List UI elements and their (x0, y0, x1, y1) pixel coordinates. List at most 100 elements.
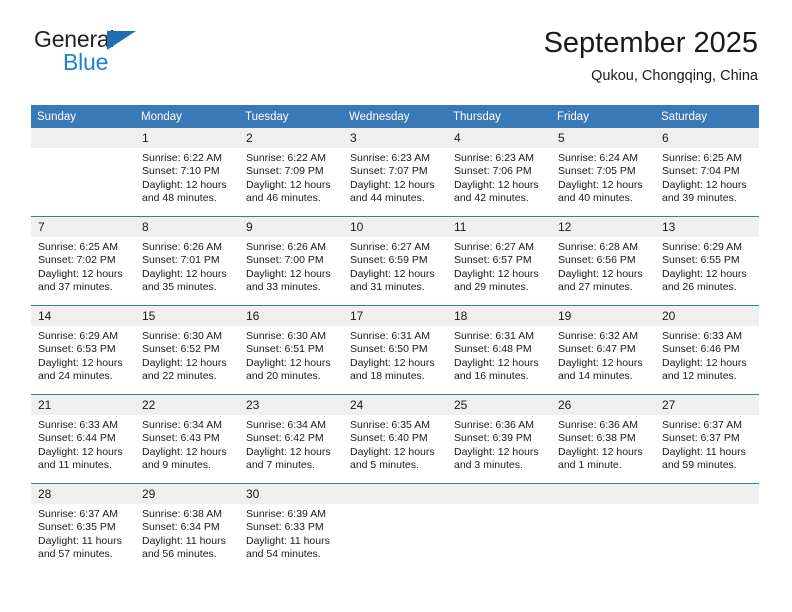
calendar-day-cell[interactable]: 15 Sunrise: 6:30 AM Sunset: 6:52 PM Dayligh… (135, 305, 239, 395)
calendar-day-cell[interactable]: 24 Sunrise: 6:35 AM Sunset: 6:40 PM Dayligh… (343, 394, 447, 484)
day-details: Sunrise: 6:31 AM Sunset: 6:48 PM Daylight:… (447, 326, 551, 384)
day-detail-line: Daylight: 12 hours (558, 267, 643, 280)
calendar-day-cell[interactable]: 28 Sunrise: 6:37 AM Sunset: 6:35 PM Dayligh… (31, 483, 135, 572)
calendar-day-cell[interactable]: 23 Sunrise: 6:34 AM Sunset: 6:42 PM Dayligh… (239, 394, 343, 484)
day-detail-line: and 56 minutes. (142, 548, 217, 561)
day-detail-line: Sunset: 6:53 PM (38, 343, 116, 356)
day-detail-line: and 29 minutes. (454, 281, 529, 294)
day-detail-line: and 59 minutes. (662, 459, 737, 472)
calendar-day-cell[interactable]: 8 Sunrise: 6:26 AM Sunset: 7:01 PM Daylight… (135, 216, 239, 306)
day-detail-line: Daylight: 12 hours (662, 356, 747, 369)
day-details: Sunrise: 6:27 AM Sunset: 6:59 PM Daylight:… (343, 237, 447, 295)
calendar-day-cell[interactable]: 18 Sunrise: 6:31 AM Sunset: 6:48 PM Dayligh… (447, 305, 551, 395)
calendar-day-cell[interactable]: 11 Sunrise: 6:27 AM Sunset: 6:57 PM Dayligh… (447, 216, 551, 306)
day-number: 8 (135, 217, 239, 237)
day-detail-line: Sunrise: 6:29 AM (662, 241, 742, 253)
day-detail-line: Sunrise: 6:29 AM (38, 330, 118, 342)
day-detail-line: Sunset: 7:04 PM (662, 165, 740, 178)
calendar-day-cell[interactable]: 5 Sunrise: 6:24 AM Sunset: 7:05 PM Daylight… (551, 128, 655, 217)
day-detail-line: Daylight: 12 hours (142, 178, 227, 191)
day-detail-line: Daylight: 12 hours (350, 178, 435, 191)
calendar-day-cell[interactable]: 2 Sunrise: 6:22 AM Sunset: 7:09 PM Daylight… (239, 128, 343, 217)
day-details: Sunrise: 6:23 AM Sunset: 7:07 PM Daylight:… (343, 148, 447, 206)
calendar-cell-empty (31, 128, 135, 217)
day-detail-line: Sunrise: 6:22 AM (142, 152, 222, 164)
calendar-day-cell[interactable]: 9 Sunrise: 6:26 AM Sunset: 7:00 PM Daylight… (239, 216, 343, 306)
day-detail-line: and 31 minutes. (350, 281, 425, 294)
calendar-week-row: 14 Sunrise: 6:29 AM Sunset: 6:53 PM Dayligh… (31, 305, 759, 395)
calendar-day-cell[interactable]: 21 Sunrise: 6:33 AM Sunset: 6:44 PM Dayligh… (31, 394, 135, 484)
day-number: 1 (135, 128, 239, 148)
day-detail-line: Sunrise: 6:26 AM (142, 241, 222, 253)
calendar-day-cell[interactable]: 20 Sunrise: 6:33 AM Sunset: 6:46 PM Dayligh… (655, 305, 759, 395)
calendar-day-cell[interactable]: 22 Sunrise: 6:34 AM Sunset: 6:43 PM Dayligh… (135, 394, 239, 484)
calendar-week-row: 7 Sunrise: 6:25 AM Sunset: 7:02 PM Daylight… (31, 216, 759, 306)
calendar-day-cell[interactable]: 17 Sunrise: 6:31 AM Sunset: 6:50 PM Dayligh… (343, 305, 447, 395)
calendar-cell-empty (343, 483, 447, 572)
calendar-day-cell[interactable]: 3 Sunrise: 6:23 AM Sunset: 7:07 PM Daylight… (343, 128, 447, 217)
calendar-day-cell[interactable]: 7 Sunrise: 6:25 AM Sunset: 7:02 PM Daylight… (31, 216, 135, 306)
day-details: Sunrise: 6:29 AM Sunset: 6:53 PM Daylight:… (31, 326, 135, 384)
day-details: Sunrise: 6:35 AM Sunset: 6:40 PM Daylight:… (343, 415, 447, 473)
calendar-day-cell[interactable]: 25 Sunrise: 6:36 AM Sunset: 6:39 PM Dayligh… (447, 394, 551, 484)
day-number: 30 (239, 484, 343, 504)
day-number: 29 (135, 484, 239, 504)
day-number: 23 (239, 395, 343, 415)
day-details: Sunrise: 6:37 AM Sunset: 6:37 PM Daylight:… (655, 415, 759, 473)
calendar-body: 1 Sunrise: 6:22 AM Sunset: 7:10 PM Daylight… (31, 128, 759, 572)
day-details (31, 148, 135, 152)
logo-text-blue: Blue (63, 49, 109, 75)
day-details: Sunrise: 6:30 AM Sunset: 6:51 PM Daylight:… (239, 326, 343, 384)
calendar-day-cell[interactable]: 19 Sunrise: 6:32 AM Sunset: 6:47 PM Dayligh… (551, 305, 655, 395)
calendar-day-cell[interactable]: 30 Sunrise: 6:39 AM Sunset: 6:33 PM Dayligh… (239, 483, 343, 572)
day-detail-line: Sunset: 6:52 PM (142, 343, 220, 356)
calendar-day-cell[interactable]: 1 Sunrise: 6:22 AM Sunset: 7:10 PM Daylight… (135, 128, 239, 217)
calendar-day-cell[interactable]: 13 Sunrise: 6:29 AM Sunset: 6:55 PM Dayligh… (655, 216, 759, 306)
day-details (551, 504, 655, 508)
day-number (551, 484, 655, 504)
logo-triangle-icon (107, 31, 136, 50)
day-number: 11 (447, 217, 551, 237)
day-number: 14 (31, 306, 135, 326)
calendar-page: General Blue September 2025 Qukou, Chong… (0, 0, 792, 612)
calendar-day-cell[interactable]: 4 Sunrise: 6:23 AM Sunset: 7:06 PM Daylight… (447, 128, 551, 217)
day-detail-line: Sunrise: 6:23 AM (350, 152, 430, 164)
calendar-day-cell[interactable]: 6 Sunrise: 6:25 AM Sunset: 7:04 PM Daylight… (655, 128, 759, 217)
calendar-day-cell[interactable]: 26 Sunrise: 6:36 AM Sunset: 6:38 PM Dayligh… (551, 394, 655, 484)
day-detail-line: Daylight: 12 hours (246, 178, 331, 191)
day-detail-line: Sunrise: 6:35 AM (350, 419, 430, 431)
day-detail-line: Sunset: 6:43 PM (142, 432, 220, 445)
day-detail-line: Daylight: 12 hours (246, 267, 331, 280)
calendar-day-cell[interactable]: 10 Sunrise: 6:27 AM Sunset: 6:59 PM Dayligh… (343, 216, 447, 306)
day-detail-line: and 14 minutes. (558, 370, 633, 383)
day-number: 2 (239, 128, 343, 148)
day-detail-line: Daylight: 12 hours (246, 356, 331, 369)
day-detail-line: Sunset: 6:44 PM (38, 432, 116, 445)
day-detail-line: Sunrise: 6:30 AM (246, 330, 326, 342)
calendar-table: Sunday Monday Tuesday Wednesday Thursday… (31, 105, 759, 572)
day-number: 7 (31, 217, 135, 237)
day-details: Sunrise: 6:34 AM Sunset: 6:42 PM Daylight:… (239, 415, 343, 473)
weekday-header-thursday: Thursday (447, 105, 551, 128)
calendar-day-cell[interactable]: 12 Sunrise: 6:28 AM Sunset: 6:56 PM Dayligh… (551, 216, 655, 306)
day-detail-line: Sunrise: 6:31 AM (350, 330, 430, 342)
day-detail-line: Daylight: 12 hours (558, 178, 643, 191)
day-details: Sunrise: 6:26 AM Sunset: 7:00 PM Daylight:… (239, 237, 343, 295)
day-details: Sunrise: 6:26 AM Sunset: 7:01 PM Daylight:… (135, 237, 239, 295)
day-number: 25 (447, 395, 551, 415)
calendar-day-cell[interactable]: 16 Sunrise: 6:30 AM Sunset: 6:51 PM Dayligh… (239, 305, 343, 395)
day-detail-line: and 16 minutes. (454, 370, 529, 383)
calendar-day-cell[interactable]: 29 Sunrise: 6:38 AM Sunset: 6:34 PM Dayligh… (135, 483, 239, 572)
day-detail-line: Sunrise: 6:34 AM (246, 419, 326, 431)
calendar-day-cell[interactable]: 27 Sunrise: 6:37 AM Sunset: 6:37 PM Dayligh… (655, 394, 759, 484)
day-detail-line: and 22 minutes. (142, 370, 217, 383)
day-details: Sunrise: 6:36 AM Sunset: 6:38 PM Daylight:… (551, 415, 655, 473)
day-details: Sunrise: 6:28 AM Sunset: 6:56 PM Daylight:… (551, 237, 655, 295)
day-number: 20 (655, 306, 759, 326)
day-detail-line: and 24 minutes. (38, 370, 113, 383)
calendar-day-cell[interactable]: 14 Sunrise: 6:29 AM Sunset: 6:53 PM Dayligh… (31, 305, 135, 395)
day-detail-line: Daylight: 12 hours (662, 267, 747, 280)
day-details (447, 504, 551, 508)
day-detail-line: Daylight: 11 hours (142, 534, 226, 547)
day-details: Sunrise: 6:33 AM Sunset: 6:46 PM Daylight:… (655, 326, 759, 384)
